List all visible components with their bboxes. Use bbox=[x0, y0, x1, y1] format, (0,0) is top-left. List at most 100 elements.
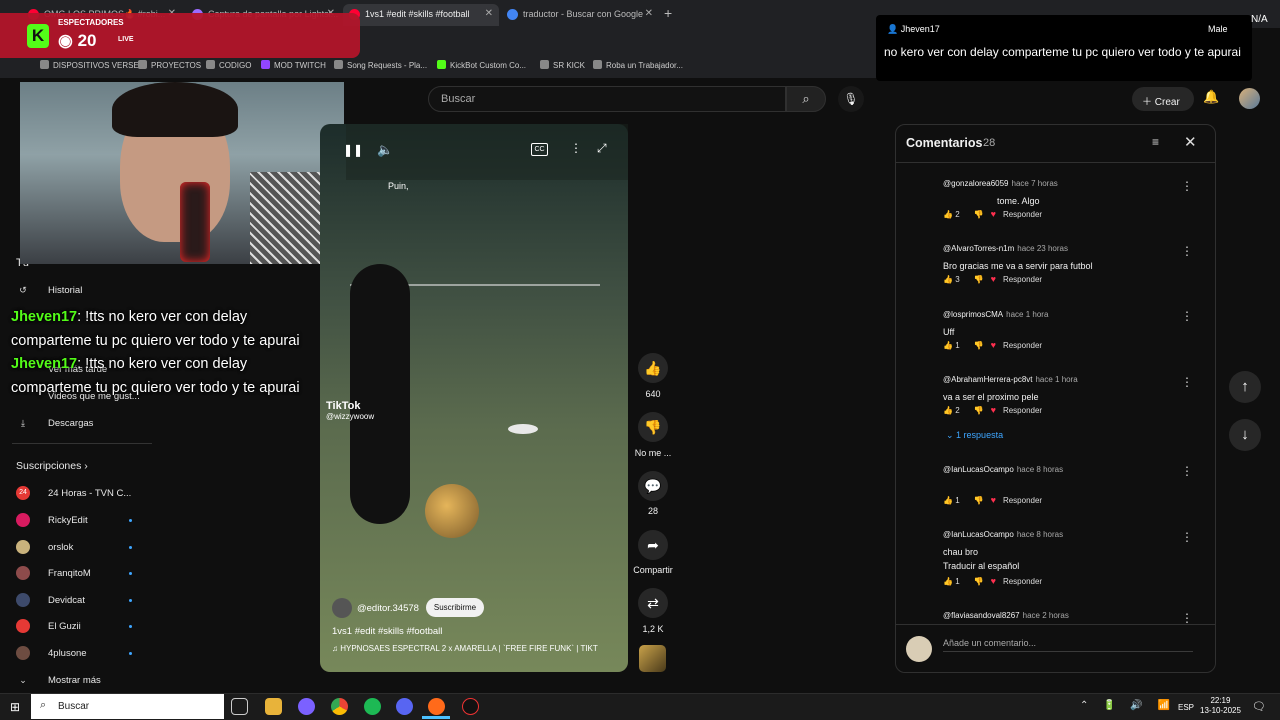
comment-time[interactable]: hace 8 horas bbox=[1017, 465, 1063, 474]
dislike-icon[interactable]: 👎 bbox=[974, 341, 984, 350]
more-icon[interactable]: ⋮ bbox=[1181, 309, 1193, 323]
comment-author[interactable]: @AlvaroTorres-n1m bbox=[943, 244, 1014, 253]
bookmark-item[interactable]: MOD TWITCH bbox=[261, 60, 326, 70]
comment-author[interactable]: @IanLucasOcampo bbox=[943, 530, 1014, 539]
subscriptions-heading[interactable]: Suscripciones › bbox=[16, 460, 88, 472]
reply-button[interactable]: Responder bbox=[1003, 341, 1042, 350]
reply-button[interactable]: Responder bbox=[1003, 406, 1042, 415]
comment-time[interactable]: hace 23 horas bbox=[1017, 244, 1068, 253]
like-icon[interactable]: 👍 1 bbox=[943, 577, 967, 586]
avatar[interactable] bbox=[1239, 88, 1260, 109]
comment-time[interactable]: hace 7 horas bbox=[1012, 179, 1058, 188]
app-icon[interactable] bbox=[462, 698, 479, 715]
remix-button[interactable]: ⇄ bbox=[638, 588, 668, 618]
sidebar-item-history[interactable]: Historial bbox=[48, 285, 82, 296]
like-icon[interactable]: 👍 1 bbox=[943, 341, 967, 350]
sort-icon[interactable]: ≡ bbox=[1152, 135, 1159, 149]
clock[interactable]: 22:19 13-10-2025 bbox=[1200, 696, 1241, 716]
subscription-item[interactable]: RickyEdit bbox=[48, 515, 88, 526]
like-icon[interactable]: 👍 2 bbox=[943, 210, 967, 219]
system-tray[interactable]: ⌃ 🔋 🔊 📶 bbox=[1080, 700, 1176, 711]
comment-time[interactable]: hace 1 hora bbox=[1035, 375, 1077, 384]
dislike-icon[interactable]: 👎 bbox=[974, 577, 984, 586]
reply-button[interactable]: Responder bbox=[1003, 577, 1042, 586]
translate-link[interactable]: Traducir al español bbox=[943, 561, 1203, 571]
bookmark-item[interactable]: Roba un Trabajador... bbox=[593, 60, 683, 70]
spotify-icon[interactable] bbox=[364, 698, 381, 715]
reply-button[interactable]: Responder bbox=[1003, 210, 1042, 219]
windows-start-icon[interactable]: ⊞ bbox=[10, 700, 20, 714]
share-button[interactable]: ➦ bbox=[638, 530, 668, 560]
replies-toggle[interactable]: ⌄ 1 respuesta bbox=[946, 430, 1003, 441]
bookmark-item[interactable]: KickBot Custom Co... bbox=[437, 60, 526, 70]
add-comment-input[interactable]: Añade un comentario... bbox=[943, 638, 1193, 652]
comment-author[interactable]: @losprimosCMA bbox=[943, 310, 1003, 319]
comments-button[interactable]: 💬 bbox=[638, 471, 668, 501]
comment-author[interactable]: @IanLucasOcampo bbox=[943, 465, 1014, 474]
close-icon[interactable]: ✕ bbox=[485, 8, 493, 19]
arrow-up-icon[interactable]: ↑ bbox=[1229, 371, 1261, 403]
reply-button[interactable]: Responder bbox=[1003, 275, 1042, 284]
channel-avatar[interactable] bbox=[332, 598, 352, 618]
like-icon[interactable]: 👍 1 bbox=[943, 496, 967, 505]
close-icon[interactable]: ✕ bbox=[1184, 133, 1197, 151]
video-title[interactable]: 1vs1 #edit #skills #football bbox=[332, 626, 442, 637]
subscription-item[interactable]: 4plusone bbox=[48, 648, 87, 659]
create-button[interactable]: ＋ Crear bbox=[1132, 87, 1194, 111]
subscribe-button[interactable]: Suscribirme bbox=[426, 598, 484, 617]
captions-icon[interactable]: CC bbox=[531, 143, 548, 156]
channel-name[interactable]: @editor.34578 bbox=[357, 603, 419, 614]
video-music[interactable]: ♫ HYPNOSAES ESPECTRAL 2 x AMARELLA | `FR… bbox=[332, 644, 622, 653]
like-icon[interactable]: 👍 2 bbox=[943, 406, 967, 415]
dislike-icon[interactable]: 👎 bbox=[974, 406, 984, 415]
chrome-icon[interactable] bbox=[331, 698, 348, 715]
discord-icon[interactable] bbox=[396, 698, 413, 715]
subscription-item[interactable]: orslok bbox=[48, 542, 73, 553]
subscription-item[interactable]: FranqitoM bbox=[48, 568, 91, 579]
like-icon[interactable]: 👍 3 bbox=[943, 275, 967, 284]
notification-icon[interactable]: 🗨 bbox=[1252, 700, 1266, 713]
language-indicator[interactable]: ESP bbox=[1178, 703, 1194, 712]
comment-time[interactable]: hace 1 hora bbox=[1006, 310, 1048, 319]
taskbar-search[interactable]: Buscar bbox=[31, 694, 224, 719]
dislike-button[interactable]: 👎 bbox=[638, 412, 668, 442]
pause-icon[interactable]: ❚❚ bbox=[343, 143, 363, 157]
comment-author[interactable]: @AbrahamHerrera-pc8vt bbox=[943, 375, 1032, 384]
sound-thumbnail[interactable] bbox=[639, 645, 666, 672]
bookmark-item[interactable]: Song Requests - Pla... bbox=[334, 60, 427, 70]
search-icon[interactable]: ⌕ bbox=[786, 86, 826, 112]
dislike-icon[interactable]: 👎 bbox=[974, 496, 984, 505]
more-icon[interactable]: ⋮ bbox=[1181, 464, 1193, 478]
search-input[interactable]: Buscar bbox=[428, 86, 786, 112]
comment-author[interactable]: @gonzalorea6059 bbox=[943, 179, 1009, 188]
fullscreen-icon[interactable]: ⤢ bbox=[597, 141, 607, 156]
more-icon[interactable]: ⋮ bbox=[1181, 611, 1193, 625]
copilot-icon[interactable] bbox=[298, 698, 315, 715]
task-view-icon[interactable] bbox=[231, 698, 248, 715]
bookmark-item[interactable]: CODIGO bbox=[206, 60, 251, 70]
obs-icon[interactable] bbox=[428, 698, 445, 715]
folder-icon[interactable] bbox=[265, 698, 282, 715]
more-icon[interactable]: ⋮ bbox=[1181, 375, 1193, 389]
bookmark-item[interactable]: PROYECTOS bbox=[138, 60, 201, 70]
close-icon[interactable]: ✕ bbox=[645, 8, 653, 19]
comment-time[interactable]: hace 8 horas bbox=[1017, 530, 1063, 539]
more-icon[interactable]: ⋮ bbox=[570, 141, 582, 155]
browser-tab[interactable]: traductor - Buscar con Google ✕ bbox=[501, 4, 659, 26]
volume-icon[interactable]: 🔈 bbox=[377, 142, 393, 158]
more-icon[interactable]: ⋮ bbox=[1181, 179, 1193, 193]
more-icon[interactable]: ⋮ bbox=[1181, 244, 1193, 258]
reply-button[interactable]: Responder bbox=[1003, 496, 1042, 505]
sidebar-item-downloads[interactable]: Descargas bbox=[48, 418, 93, 429]
comment-time[interactable]: hace 2 horas bbox=[1023, 611, 1069, 620]
arrow-down-icon[interactable]: ↓ bbox=[1229, 419, 1261, 451]
comment-author[interactable]: @flaviasandoval8267 bbox=[943, 611, 1020, 620]
video-player[interactable] bbox=[320, 124, 628, 672]
bell-icon[interactable]: 🔔 bbox=[1203, 89, 1219, 105]
bookmark-item[interactable]: SR KICK bbox=[540, 60, 585, 70]
subscription-item[interactable]: El Guzii bbox=[48, 621, 81, 632]
more-icon[interactable]: ⋮ bbox=[1181, 530, 1193, 544]
like-button[interactable]: 👍 bbox=[638, 353, 668, 383]
show-more-button[interactable]: Mostrar más bbox=[48, 675, 101, 686]
microphone-icon[interactable]: 🎙 bbox=[838, 86, 864, 112]
